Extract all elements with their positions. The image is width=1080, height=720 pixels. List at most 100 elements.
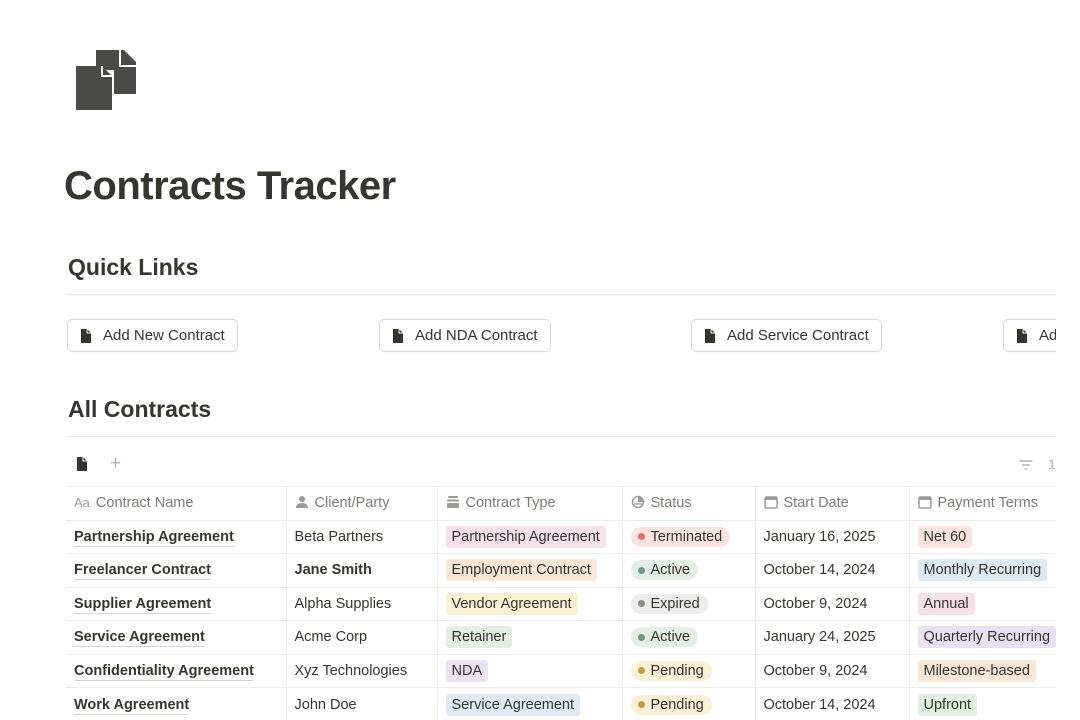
payment-terms-tag: Upfront <box>917 693 978 716</box>
payment-terms-tag: Annual <box>917 592 975 615</box>
button-label: Add NDA Contract <box>415 327 538 344</box>
contract-name-cell[interactable]: Work Agreement <box>66 687 287 720</box>
client-cell[interactable]: John Doe <box>286 687 438 720</box>
contract-name-cell[interactable]: Partnership Agreement <box>66 519 287 554</box>
table-row[interactable]: Partnership Agreement Beta Partners Partne… <box>66 519 1056 554</box>
contract-type-tag: Partnership Agreement <box>445 525 606 548</box>
client-cell[interactable]: Xyz Technologies <box>286 653 438 688</box>
status-cell[interactable]: Pending <box>622 687 756 720</box>
add-nda-contract-button[interactable]: Add NDA Contract <box>379 319 551 352</box>
column-label: Contract Name <box>95 495 194 512</box>
contract-name[interactable]: Confidentiality Agreement <box>74 662 254 681</box>
table-row[interactable]: Service Agreement Acme Corp Retainer Active… <box>66 620 1056 654</box>
table-row[interactable]: Confidentiality Agreement Xyz Technologie… <box>66 653 1056 688</box>
contract-type-cell[interactable]: Employment Contract <box>437 553 623 587</box>
status-label: Active <box>650 562 691 579</box>
document-icon <box>393 328 403 343</box>
filter-icon[interactable] <box>1019 459 1033 471</box>
add-service-contract-button[interactable]: Add Service Contract <box>691 319 882 352</box>
quick-links-heading: Quick Links <box>68 254 199 280</box>
payment-terms-cell[interactable]: Milestone-based <box>909 653 1056 688</box>
contract-name-cell[interactable]: Service Agreement <box>66 620 287 654</box>
client-cell[interactable]: Jane Smith <box>286 553 438 587</box>
contract-name[interactable]: Partnership Agreement <box>74 528 234 547</box>
status-icon <box>631 496 644 509</box>
add-new-contract-button[interactable]: Add New Contract <box>67 319 238 352</box>
status-cell[interactable]: Active <box>622 620 756 654</box>
status-badge: Terminated <box>630 526 731 547</box>
status-cell[interactable]: Expired <box>622 586 756 621</box>
contract-name[interactable]: Service Agreement <box>74 629 205 648</box>
documents-icon <box>76 50 136 110</box>
start-date-cell[interactable]: October 14, 2024 <box>755 687 910 720</box>
column-label: Contract Type <box>465 495 556 512</box>
contract-name[interactable]: Supplier Agreement <box>74 595 212 614</box>
status-dot <box>637 633 645 641</box>
payment-terms-cell[interactable]: Net 60 <box>909 519 1056 554</box>
start-date-cell[interactable]: October 9, 2024 <box>755 653 910 688</box>
column-header-contract-type[interactable]: Contract Type <box>437 486 623 520</box>
column-header-payment-terms[interactable]: Payment Terms <box>909 486 1056 520</box>
table-row[interactable]: Work Agreement John Doe Service Agreement P… <box>66 687 1056 720</box>
status-label: Active <box>650 629 691 646</box>
database-view-icon[interactable] <box>74 456 90 472</box>
start-date-cell[interactable]: October 9, 2024 <box>755 586 910 621</box>
status-dot <box>637 667 645 675</box>
contract-name[interactable]: Freelancer Contract <box>74 562 211 581</box>
document-icon <box>1017 328 1027 343</box>
text-property-icon: Aa <box>74 495 90 511</box>
contract-name-cell[interactable]: Confidentiality Agreement <box>66 653 287 688</box>
table-row[interactable]: Supplier Agreement Alpha Supplies Vendor A… <box>66 586 1056 621</box>
contract-type-cell[interactable]: Service Agreement <box>437 687 623 720</box>
payment-terms-cell[interactable]: Quarterly Recurring <box>909 620 1056 654</box>
status-badge: Pending <box>630 660 712 681</box>
contract-name-cell[interactable]: Freelancer Contract <box>66 553 287 587</box>
payment-terms-tag: Milestone-based <box>917 659 1036 682</box>
payment-terms-cell[interactable]: Annual <box>909 586 1056 621</box>
column-label: Status <box>650 495 692 512</box>
start-date-cell[interactable]: January 24, 2025 <box>755 620 910 654</box>
client-cell[interactable]: Alpha Supplies <box>286 586 438 621</box>
add-contract-button-truncated[interactable]: Ad <box>1003 319 1056 352</box>
calendar-icon <box>917 496 932 509</box>
quick-links-row: Add New Contract Add NDA Contract Add Se… <box>0 319 1056 353</box>
client-cell[interactable]: Beta Partners <box>286 519 438 554</box>
person-icon <box>295 496 308 509</box>
payment-terms-tag: Net 60 <box>917 525 973 548</box>
start-date-cell[interactable]: October 14, 2024 <box>755 553 910 587</box>
status-cell[interactable]: Terminated <box>622 519 756 554</box>
contract-type-tag: Retainer <box>445 626 513 649</box>
status-dot <box>637 600 645 608</box>
add-view-button[interactable]: + <box>110 452 121 476</box>
contract-type-cell[interactable]: Vendor Agreement <box>437 586 623 621</box>
status-cell[interactable]: Active <box>622 553 756 587</box>
view-count: 1 <box>1048 456 1056 472</box>
contract-name[interactable]: Work Agreement <box>74 696 190 715</box>
divider <box>66 436 1056 437</box>
column-header-client-party[interactable]: Client/Party <box>286 486 438 520</box>
client-cell[interactable]: Acme Corp <box>286 620 438 654</box>
contract-type-tag: NDA <box>445 659 489 682</box>
status-dot <box>637 566 645 574</box>
status-label: Terminated <box>650 528 723 545</box>
contract-type-cell[interactable]: Partnership Agreement <box>437 519 623 554</box>
payment-terms-cell[interactable]: Monthly Recurring <box>909 553 1056 587</box>
all-contracts-heading: All Contracts <box>68 396 212 422</box>
database-view-bar: + 1 <box>66 452 1056 478</box>
contract-name-cell[interactable]: Supplier Agreement <box>66 586 287 621</box>
column-header-status[interactable]: Status <box>622 486 756 520</box>
contract-type-tag: Employment Contract <box>445 559 597 582</box>
column-header-contract-name[interactable]: Aa Contract Name <box>66 486 287 520</box>
select-icon <box>446 496 459 509</box>
column-header-start-date[interactable]: Start Date <box>755 486 910 520</box>
status-cell[interactable]: Pending <box>622 653 756 688</box>
payment-terms-cell[interactable]: Upfront <box>909 687 1056 720</box>
column-label: Payment Terms <box>937 495 1038 512</box>
table-row[interactable]: Freelancer Contract Jane Smith Employment … <box>66 553 1056 587</box>
start-date-cell[interactable]: January 16, 2025 <box>755 519 910 554</box>
status-dot <box>637 533 645 541</box>
status-badge: Expired <box>630 593 708 614</box>
column-label: Client/Party <box>314 495 390 512</box>
contract-type-cell[interactable]: NDA <box>437 653 623 688</box>
contract-type-cell[interactable]: Retainer <box>437 620 623 654</box>
